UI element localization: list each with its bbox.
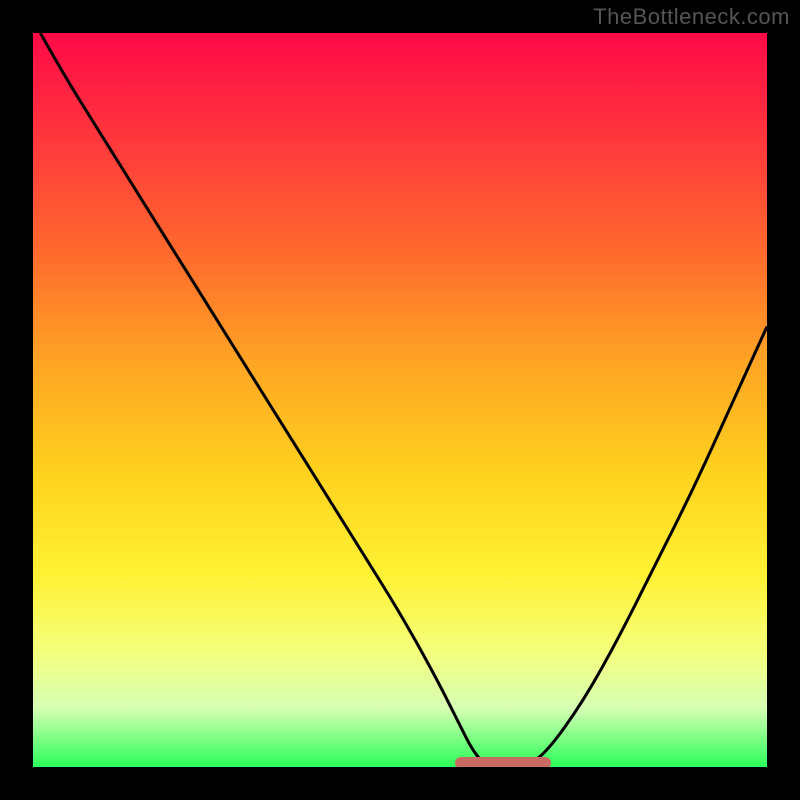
plot-area — [33, 33, 767, 767]
bottleneck-curve — [33, 33, 767, 767]
curve-path — [40, 33, 767, 767]
chart-frame: TheBottleneck.com — [0, 0, 800, 800]
watermark-text: TheBottleneck.com — [593, 4, 790, 30]
optimal-range-marker — [455, 757, 551, 767]
